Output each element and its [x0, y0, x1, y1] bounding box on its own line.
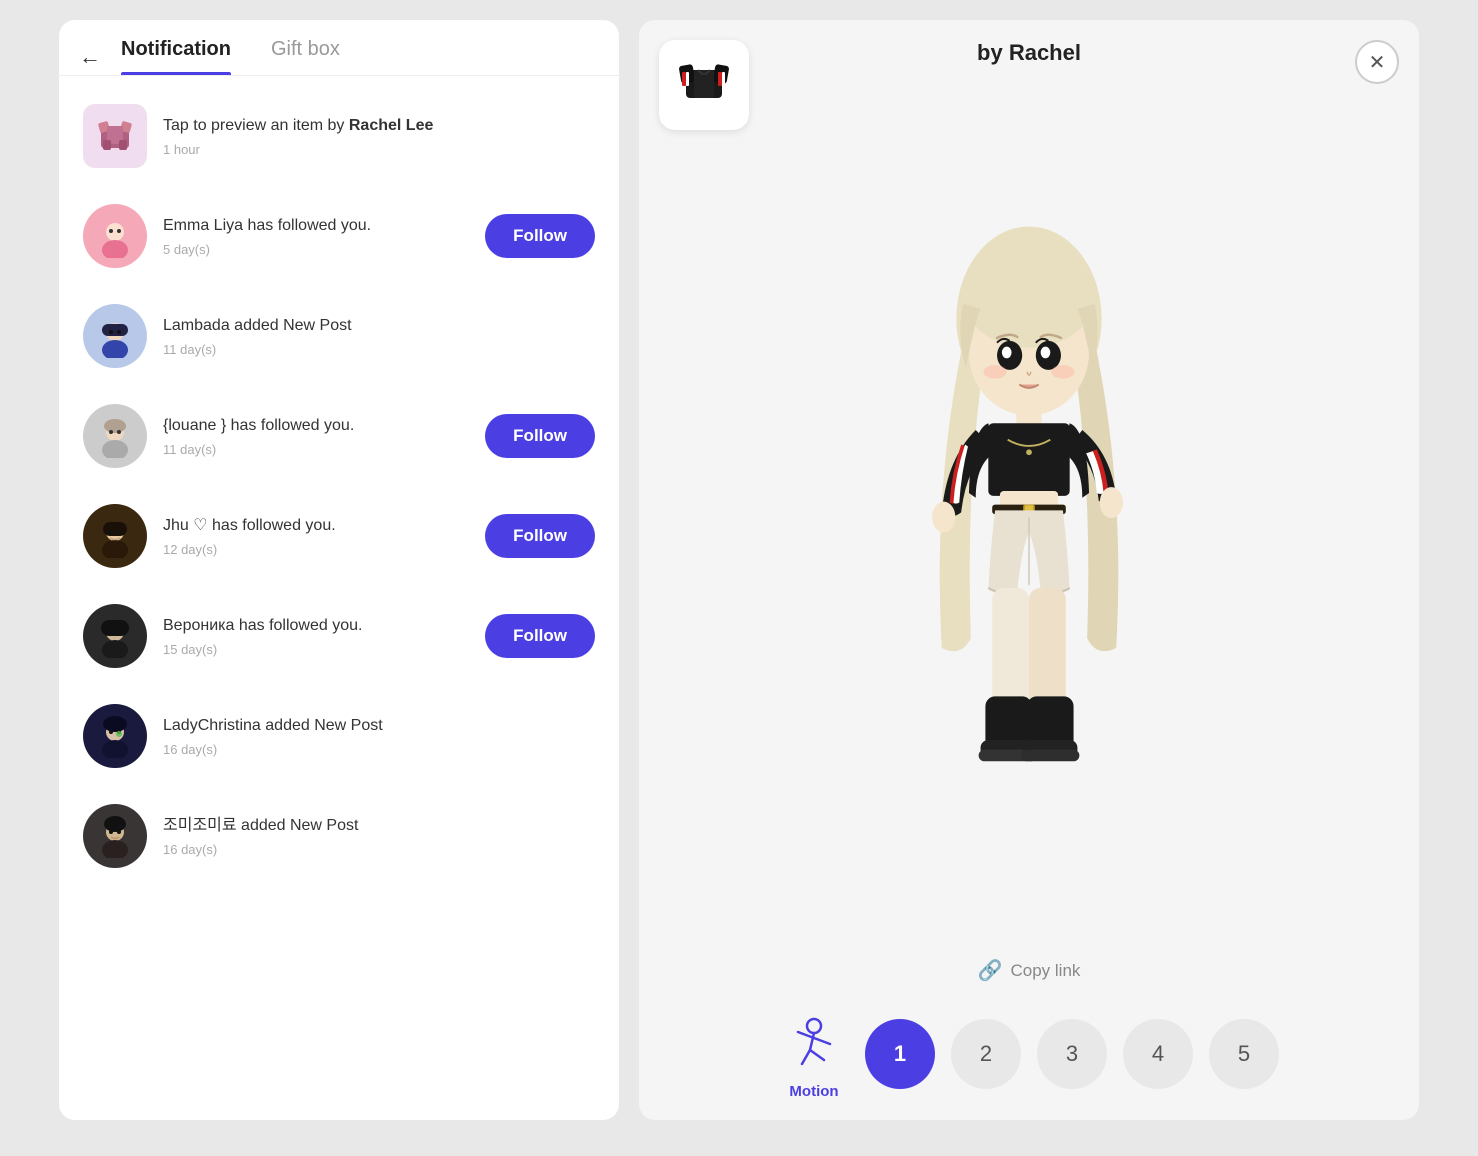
- notif-text-lambada: Lambada added New Post: [163, 315, 595, 337]
- notif-time-emma: 5 day(s): [163, 242, 469, 257]
- jo-avatar-icon: [93, 814, 137, 858]
- avatar-jo: [83, 804, 147, 868]
- lambada-avatar-icon: [93, 314, 137, 358]
- avatar-ladychristina: [83, 704, 147, 768]
- notif-text-ladychristina: LadyChristina added New Post: [163, 715, 595, 737]
- notif-text-veronika: Вероника has followed you.: [163, 615, 469, 637]
- motion-num-4[interactable]: 4: [1123, 1019, 1193, 1089]
- notif-time-veronika: 15 day(s): [163, 642, 469, 657]
- notif-text-rachel: Tap to preview an item by Rachel Lee: [163, 115, 595, 137]
- avatar-louane: [83, 404, 147, 468]
- emma-avatar-icon: [93, 214, 137, 258]
- close-button[interactable]: ✕: [1355, 40, 1399, 84]
- character-3d-avatar: [869, 212, 1189, 832]
- notif-time-jo: 16 day(s): [163, 842, 595, 857]
- right-panel: by Rachel ✕: [639, 20, 1419, 1120]
- avatar-lambada: [83, 304, 147, 368]
- ladychristina-avatar-icon: [93, 714, 137, 758]
- notif-content-emma: Emma Liya has followed you. 5 day(s): [163, 215, 469, 256]
- veronika-avatar-icon: [93, 614, 137, 658]
- avatar-jhu: [83, 504, 147, 568]
- notif-content-jo: 조미조미료 added New Post 16 day(s): [163, 815, 595, 856]
- notif-time-louane: 11 day(s): [163, 442, 469, 457]
- louane-avatar-icon: [93, 414, 137, 458]
- notif-item-rachel[interactable]: Tap to preview an item by Rachel Lee 1 h…: [59, 86, 619, 186]
- avatar-display: [659, 86, 1399, 958]
- notif-time-rachel: 1 hour: [163, 142, 595, 157]
- notif-text-emma: Emma Liya has followed you.: [163, 215, 469, 237]
- notification-list: Tap to preview an item by Rachel Lee 1 h…: [59, 76, 619, 1120]
- right-header: by Rachel ✕: [659, 40, 1399, 66]
- follow-button-veronika[interactable]: Follow: [485, 614, 595, 658]
- copy-link[interactable]: 🔗 Copy link: [978, 958, 1081, 983]
- follow-button-louane[interactable]: Follow: [485, 414, 595, 458]
- follow-button-emma[interactable]: Follow: [485, 214, 595, 258]
- notif-item-emma[interactable]: Emma Liya has followed you. 5 day(s) Fol…: [59, 186, 619, 286]
- motion-label: Motion: [789, 1083, 838, 1100]
- motion-icon-circle: [779, 1007, 849, 1077]
- tab-giftbox[interactable]: Gift box: [271, 38, 340, 75]
- notif-content-veronika: Вероника has followed you. 15 day(s): [163, 615, 469, 656]
- follow-button-jhu[interactable]: Follow: [485, 514, 595, 558]
- copy-link-label: Copy link: [1010, 961, 1080, 981]
- avatar-emma: [83, 204, 147, 268]
- notif-item-louane[interactable]: {louane } has followed you. 11 day(s) Fo…: [59, 386, 619, 486]
- jhu-avatar-icon: [93, 514, 137, 558]
- notif-item-jhu[interactable]: Jhu ♡ has followed you. 12 day(s) Follow: [59, 486, 619, 586]
- clothing-icon: [93, 114, 137, 158]
- tab-notification[interactable]: Notification: [121, 38, 231, 75]
- motion-num-5[interactable]: 5: [1209, 1019, 1279, 1089]
- notif-content-ladychristina: LadyChristina added New Post 16 day(s): [163, 715, 595, 756]
- avatar-clothing: [83, 104, 147, 168]
- notif-time-lambada: 11 day(s): [163, 342, 595, 357]
- link-icon: 🔗: [978, 958, 1003, 983]
- notif-time-jhu: 12 day(s): [163, 542, 469, 557]
- notif-content-rachel: Tap to preview an item by Rachel Lee 1 h…: [163, 115, 595, 156]
- motion-num-3[interactable]: 3: [1037, 1019, 1107, 1089]
- avatar-veronika: [83, 604, 147, 668]
- notif-content-louane: {louane } has followed you. 11 day(s): [163, 415, 469, 456]
- right-title: by Rachel: [977, 40, 1081, 66]
- notif-time-ladychristina: 16 day(s): [163, 742, 595, 757]
- motion-stick-icon: [788, 1016, 840, 1068]
- notif-content-lambada: Lambada added New Post 11 day(s): [163, 315, 595, 356]
- motion-num-2[interactable]: 2: [951, 1019, 1021, 1089]
- notif-item-jo[interactable]: 조미조미료 added New Post 16 day(s): [59, 786, 619, 886]
- notif-text-jo: 조미조미료 added New Post: [163, 815, 595, 837]
- notif-text-jhu: Jhu ♡ has followed you.: [163, 515, 469, 537]
- motion-num-1[interactable]: 1: [865, 1019, 935, 1089]
- notif-content-jhu: Jhu ♡ has followed you. 12 day(s): [163, 515, 469, 556]
- notif-item-lambada[interactable]: Lambada added New Post 11 day(s): [59, 286, 619, 386]
- notif-item-ladychristina[interactable]: LadyChristina added New Post 16 day(s): [59, 686, 619, 786]
- motion-button[interactable]: Motion: [779, 1007, 849, 1100]
- back-button[interactable]: ←: [79, 46, 101, 68]
- notif-item-veronika[interactable]: Вероника has followed you. 15 day(s) Fol…: [59, 586, 619, 686]
- tabs-header: ← Notification Gift box: [59, 20, 619, 76]
- notif-text-louane: {louane } has followed you.: [163, 415, 469, 437]
- left-panel: ← Notification Gift box Tap to preview: [59, 20, 619, 1120]
- motion-bar: Motion 1 2 3 4 5: [659, 1007, 1399, 1100]
